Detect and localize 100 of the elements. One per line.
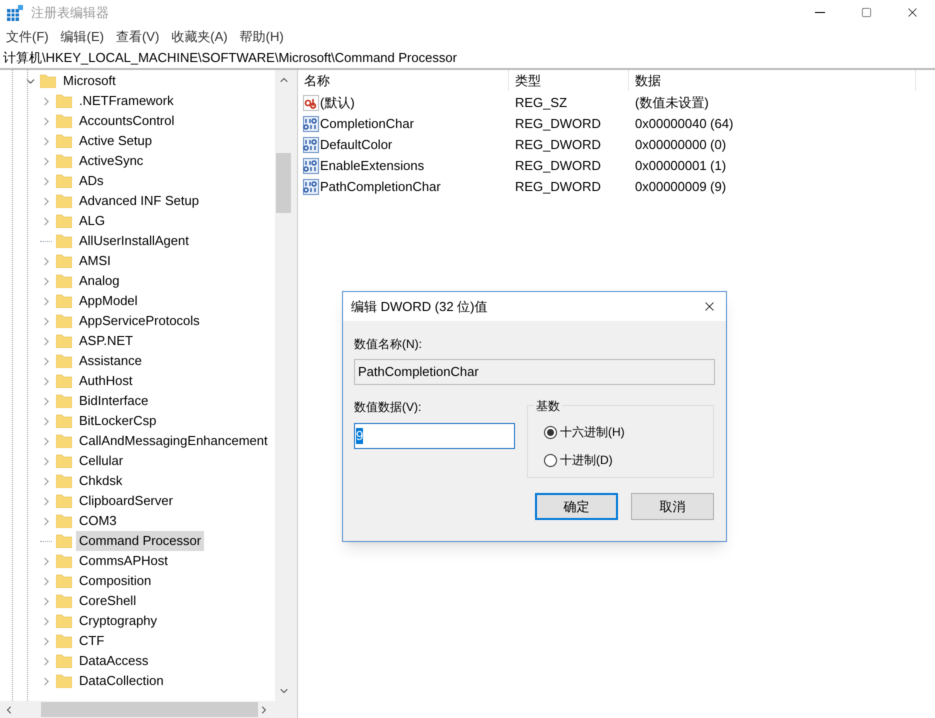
- tree-item[interactable]: DataAccess: [76, 651, 152, 671]
- tree-item[interactable]: CallAndMessagingEnhancement: [76, 431, 271, 451]
- folder-icon: [56, 114, 72, 128]
- field-label: 数值数据(V):: [354, 399, 422, 416]
- value-type: REG_SZ: [514, 94, 568, 112]
- value-data: 0x00000009 (9): [634, 178, 728, 196]
- scrollbar-thumb[interactable]: [276, 153, 291, 213]
- tree-item[interactable]: Microsoft: [60, 71, 119, 91]
- tree-item[interactable]: AppServiceProtocols: [76, 311, 203, 331]
- tree-item[interactable]: CommsAPHost: [76, 551, 171, 571]
- value-name[interactable]: DefaultColor: [320, 134, 392, 154]
- folder-icon: [56, 294, 72, 308]
- scrollbar-thumb[interactable]: [40, 702, 258, 717]
- tree-item[interactable]: AccountsControl: [76, 111, 178, 131]
- folder-icon: [56, 394, 72, 408]
- folder-icon: [56, 374, 72, 388]
- value-name[interactable]: (默认): [320, 92, 355, 112]
- tree-item[interactable]: Advanced INF Setup: [76, 191, 202, 211]
- tree-item[interactable]: CoreShell: [76, 591, 140, 611]
- radio-button[interactable]: [544, 454, 557, 466]
- tree-item[interactable]: Cellular: [76, 451, 126, 471]
- folder-icon: [56, 614, 72, 628]
- folder-icon: [40, 74, 56, 88]
- app-icon: [7, 4, 23, 20]
- tree-item[interactable]: DataCollection: [76, 671, 167, 691]
- tree-item[interactable]: CTF: [76, 631, 108, 651]
- folder-icon: [56, 634, 72, 648]
- string-value-icon: [303, 94, 319, 110]
- folder-icon: [56, 274, 72, 288]
- value-data: 0x00000040 (64): [634, 114, 734, 133]
- group-label: 基数: [534, 397, 562, 415]
- tree-item[interactable]: AllUserInstallAgent: [76, 231, 192, 251]
- tree-item[interactable]: .NETFramework: [76, 91, 177, 111]
- radio-option[interactable]: 十六进制(H): [544, 423, 713, 441]
- value-data: 0x00000000 (0): [634, 136, 728, 154]
- folder-icon: [56, 94, 72, 108]
- tree-item[interactable]: ALG: [76, 211, 108, 231]
- value-name[interactable]: CompletionChar: [320, 114, 414, 134]
- dialog-button[interactable]: 取消: [631, 493, 714, 520]
- value-data: (数值未设置): [634, 94, 710, 112]
- tree-item[interactable]: Chkdsk: [76, 471, 126, 491]
- value-data-field[interactable]: 9: [354, 423, 515, 449]
- folder-icon: [56, 414, 72, 428]
- tree-item[interactable]: ActiveSync: [76, 151, 146, 171]
- folder-icon: [56, 354, 72, 368]
- menu-item[interactable]: 编辑(E): [54, 26, 110, 46]
- folder-icon: [56, 594, 72, 608]
- horizontal-scrollbar[interactable]: [0, 701, 292, 718]
- tree-item[interactable]: COM3: [76, 511, 120, 531]
- tree-item[interactable]: AuthHost: [76, 371, 136, 391]
- folder-icon: [56, 314, 72, 328]
- tree-item[interactable]: Analog: [76, 271, 122, 291]
- tree-item[interactable]: Command Processor: [76, 531, 204, 551]
- folder-icon: [56, 474, 72, 488]
- folder-icon: [56, 334, 72, 348]
- folder-icon: [56, 494, 72, 508]
- folder-icon: [56, 654, 72, 668]
- tree-item[interactable]: ClipboardServer: [76, 491, 176, 511]
- column-header[interactable]: 名称: [298, 70, 509, 91]
- tree-item[interactable]: Active Setup: [76, 131, 155, 151]
- tree-item[interactable]: BitLockerCsp: [76, 411, 160, 431]
- tree-connector: [40, 240, 52, 242]
- radio-button[interactable]: [544, 426, 557, 438]
- value-type: REG_DWORD: [514, 156, 602, 175]
- folder-icon: [56, 214, 72, 228]
- menu-item[interactable]: 文件(F): [0, 26, 55, 46]
- binary-value-icon: [303, 116, 319, 132]
- dialog-title: 编辑 DWORD (32 位)值: [351, 298, 488, 316]
- folder-icon: [56, 434, 72, 448]
- tree-item[interactable]: Assistance: [76, 351, 145, 371]
- dialog-button[interactable]: 确定: [535, 493, 618, 520]
- folder-icon: [56, 174, 72, 188]
- tree-item[interactable]: AppModel: [76, 291, 141, 311]
- menu-item[interactable]: 帮助(H): [234, 26, 290, 46]
- radio-option[interactable]: 十进制(D): [544, 451, 713, 469]
- column-header[interactable]: 类型: [509, 70, 629, 91]
- maximize-icon: [860, 7, 872, 18]
- value-data: 0x00000001 (1): [634, 156, 728, 175]
- tree-item[interactable]: AMSI: [76, 251, 114, 271]
- value-name[interactable]: PathCompletionChar: [320, 176, 441, 196]
- tree-item[interactable]: Cryptography: [76, 611, 160, 631]
- tree-item[interactable]: ASP.NET: [76, 331, 136, 351]
- folder-icon: [56, 574, 72, 588]
- tree-item[interactable]: ADs: [76, 171, 107, 191]
- binary-value-icon: [303, 178, 319, 194]
- menu-item[interactable]: 查看(V): [110, 26, 166, 46]
- tree-item[interactable]: BidInterface: [76, 391, 152, 411]
- column-header[interactable]: 数据: [629, 70, 916, 91]
- value-name-field[interactable]: PathCompletionChar: [354, 359, 715, 385]
- folder-icon: [56, 454, 72, 468]
- folder-icon: [56, 154, 72, 168]
- field-label: 数值名称(N):: [354, 336, 423, 353]
- menu-item[interactable]: 收藏夹(A): [165, 26, 234, 46]
- folder-icon: [56, 534, 72, 548]
- tree-item[interactable]: Composition: [76, 571, 154, 591]
- value-type: REG_DWORD: [514, 136, 602, 154]
- folder-icon: [56, 674, 72, 688]
- value-name[interactable]: EnableExtensions: [320, 156, 424, 176]
- folder-icon: [56, 234, 72, 248]
- address-bar[interactable]: 计算机\HKEY_LOCAL_MACHINE\SOFTWARE\Microsoft\Command Processor: [0, 48, 935, 70]
